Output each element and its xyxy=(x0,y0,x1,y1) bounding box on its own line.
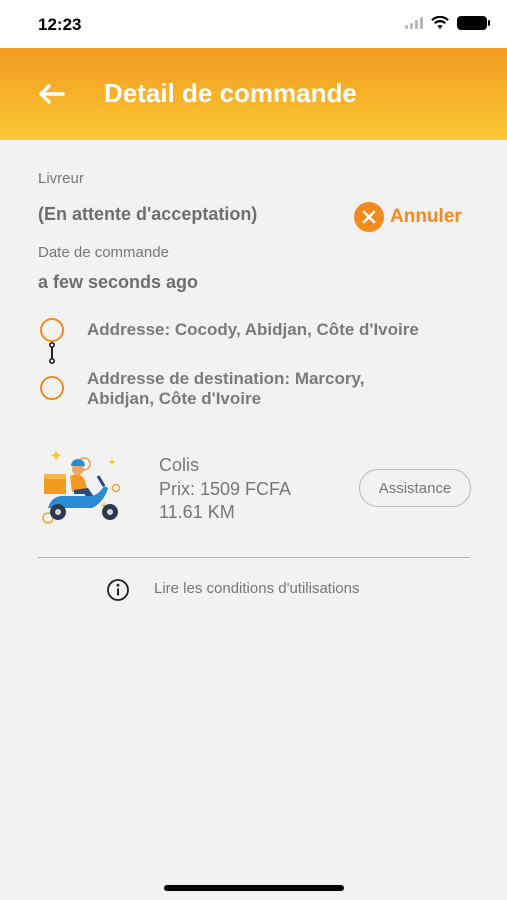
pickup-marker-icon xyxy=(40,318,64,342)
cancel-label: Annuler xyxy=(390,206,462,227)
scooter-delivery-icon xyxy=(42,450,121,524)
courier-label: Livreur xyxy=(38,170,84,187)
terms-link[interactable]: Lire les conditions d'utilisations xyxy=(154,580,359,597)
package-price: Prix: 1509 FCFA xyxy=(159,479,292,499)
app-header: Detail de commande xyxy=(0,48,507,140)
battery-icon xyxy=(457,16,490,30)
home-indicator xyxy=(164,885,344,891)
destination-address-line2: Abidjan, Côte d'Ivoire xyxy=(87,389,262,408)
cancel-button[interactable]: Annuler xyxy=(354,202,462,232)
info-circle-icon xyxy=(107,579,129,601)
package-type: Colis xyxy=(159,455,200,475)
status-time: 12:23 xyxy=(38,15,82,34)
pickup-address: Addresse: Cocody, Abidjan, Côte d'Ivoire xyxy=(87,320,419,339)
courier-status: (En attente d'acceptation) xyxy=(38,204,258,224)
close-circle-icon xyxy=(354,202,384,232)
order-date-label: Date de commande xyxy=(38,244,169,261)
arrow-left-icon[interactable] xyxy=(36,78,68,110)
status-bar: 12:23 xyxy=(0,0,507,48)
signal-icon xyxy=(405,17,423,29)
divider xyxy=(38,557,470,558)
package-distance: 11.61 KM xyxy=(159,502,235,522)
destination-address-line1: Addresse de destination: Marcory, xyxy=(87,369,365,388)
route-connector-icon xyxy=(48,342,56,364)
assistance-button[interactable]: Assistance xyxy=(359,469,471,507)
wifi-icon xyxy=(431,16,449,29)
order-date-value: a few seconds ago xyxy=(38,272,199,292)
destination-marker-icon xyxy=(40,376,64,400)
status-icons xyxy=(405,16,490,30)
page-title: Detail de commande xyxy=(104,78,357,108)
